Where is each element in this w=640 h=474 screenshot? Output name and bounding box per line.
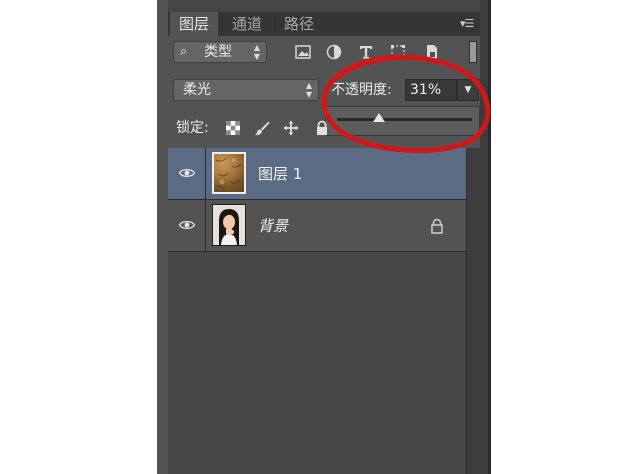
- search-icon: ⌕: [180, 44, 188, 59]
- opacity-slider-popup: [325, 106, 480, 136]
- layer-name: 图层 1: [258, 165, 303, 183]
- shape-filter-icon[interactable]: [390, 44, 406, 60]
- texture-pattern: [215, 157, 242, 190]
- blend-mode-value: 柔光: [183, 82, 211, 98]
- lock-position-icon[interactable]: [283, 120, 299, 136]
- opacity-label: 不透明度:: [331, 82, 392, 98]
- eye-icon: [179, 168, 195, 178]
- layers-scrollbar[interactable]: [466, 148, 480, 474]
- tab-channels[interactable]: 通道: [224, 12, 270, 36]
- lock-pixels-icon[interactable]: [254, 120, 270, 136]
- tab-paths[interactable]: 路径: [276, 12, 322, 36]
- layer-name: 背景: [258, 217, 289, 235]
- filter-toggle-switch[interactable]: [469, 41, 477, 63]
- opacity-slider-track[interactable]: [337, 118, 472, 121]
- type-filter-icon[interactable]: [358, 44, 374, 60]
- lock-transparent-icon[interactable]: [225, 120, 241, 136]
- layer-row-background[interactable]: 背景: [168, 200, 466, 252]
- opacity-input[interactable]: 31%: [405, 79, 457, 101]
- eye-icon: [179, 220, 195, 230]
- updown-arrows-icon: ▲ ▼: [253, 43, 260, 61]
- lock-icon: [431, 218, 443, 234]
- tab-layers[interactable]: 图层: [170, 12, 218, 36]
- adjustment-filter-icon[interactable]: [326, 44, 342, 60]
- panel-menu-icon[interactable]: ▾☰: [460, 17, 474, 30]
- portrait-image: [219, 209, 239, 245]
- layer-thumbnail-texture: [212, 152, 246, 194]
- updown-arrows-icon: ▲ ▼: [305, 81, 312, 99]
- lock-all-icon[interactable]: [314, 120, 330, 136]
- layer-thumbnail-portrait: [212, 204, 246, 246]
- lock-label: 锁定:: [176, 120, 209, 136]
- tab-divider: [274, 16, 275, 32]
- panel-side-edge: [488, 0, 491, 474]
- visibility-toggle[interactable]: [168, 148, 206, 200]
- layer-row-layer1[interactable]: 图层 1: [168, 148, 466, 200]
- opacity-slider-thumb[interactable]: [372, 113, 385, 122]
- filter-type-select[interactable]: ⌕ 类型 ▲ ▼: [173, 41, 267, 63]
- opacity-dropdown-button[interactable]: ▼: [457, 79, 479, 101]
- smart-object-filter-icon[interactable]: [424, 44, 440, 60]
- image-filter-icon[interactable]: [295, 44, 311, 60]
- tab-divider: [222, 16, 223, 32]
- visibility-toggle[interactable]: [168, 200, 206, 252]
- blend-mode-select[interactable]: 柔光 ▲ ▼: [173, 79, 319, 101]
- filter-type-label: 类型: [204, 44, 232, 60]
